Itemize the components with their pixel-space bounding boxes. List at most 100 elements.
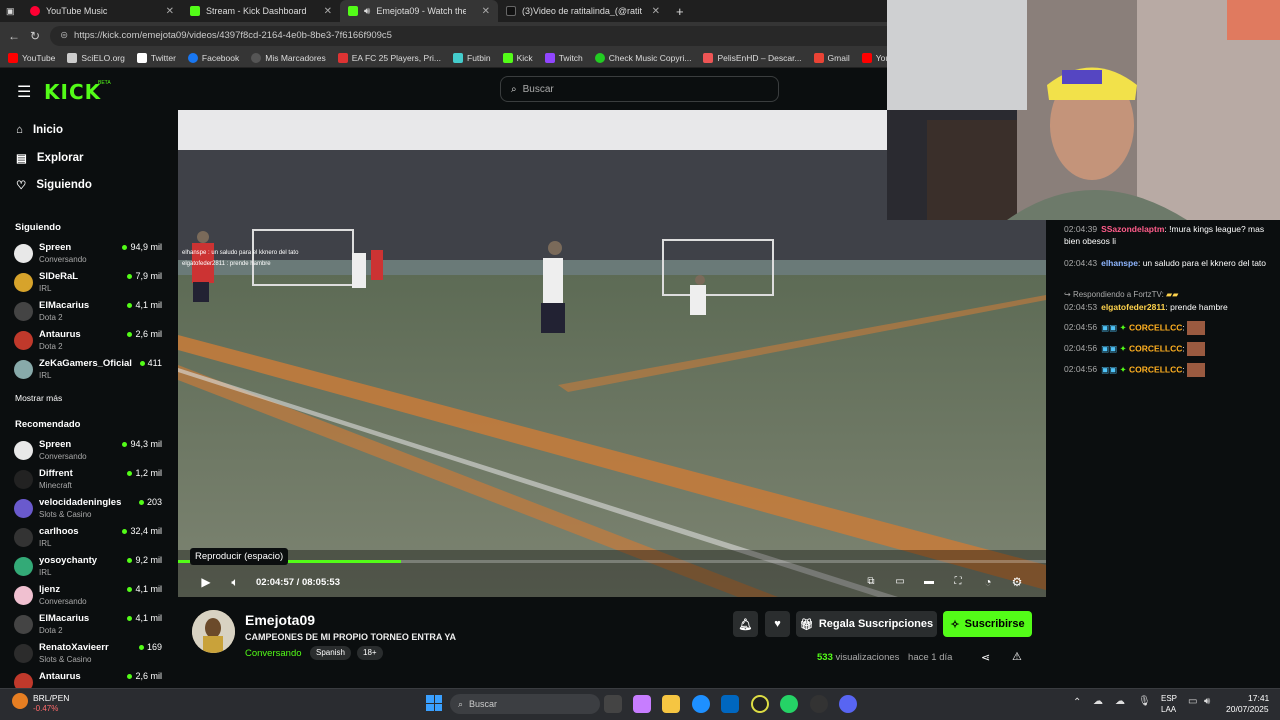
gift-subs-button[interactable]: 🎁︎ Regala Suscripciones xyxy=(796,611,937,637)
channel-avatar xyxy=(14,273,33,292)
close-tab-icon[interactable]: ✕ xyxy=(482,6,490,17)
whatsapp-icon[interactable] xyxy=(780,695,798,713)
back-icon[interactable]: ← xyxy=(8,29,20,43)
sidebar-channel[interactable]: ljenz Conversando 4,1 mil xyxy=(14,583,162,609)
follow-button[interactable]: ♥ xyxy=(765,611,790,637)
browser-tab[interactable]: Stream - Kick Dashboard ✕ xyxy=(182,0,340,22)
sidebar-channel[interactable]: ElMacarius Dota 2 4,1 mil xyxy=(14,299,162,325)
chat-panel: 02:04:39 SSazondelaptm: !mura kings leagu… xyxy=(1046,220,1280,688)
file-explorer-icon[interactable] xyxy=(662,695,680,713)
url-field[interactable]: ⊜ https://kick.com/emejota09/videos/4397… xyxy=(50,25,931,46)
channel-name: Diffrent xyxy=(39,468,73,479)
channel-name: ZeKaGamers_Oficial xyxy=(39,358,132,369)
close-tab-icon[interactable]: ✕ xyxy=(166,6,174,17)
taskbar-search[interactable]: ⌕ Buscar xyxy=(450,694,600,714)
site-info-icon[interactable]: ⊜ xyxy=(60,30,68,41)
sidebar-channel[interactable]: velocidadeningles Slots & Casino 203 xyxy=(14,496,162,522)
hamburger-menu-icon[interactable]: ☰ xyxy=(17,82,31,102)
search-input[interactable]: ⌕ Buscar xyxy=(500,76,779,102)
browser-tab-active[interactable]: 🔊︎ Emejota09 - Watch the VOD✕ xyxy=(340,0,498,22)
bookmark-item[interactable]: Mis Marcadores xyxy=(251,53,326,63)
wifi-icon[interactable]: ▭ xyxy=(1188,696,1197,707)
ticker-change: -0.47% xyxy=(33,704,59,713)
channel-category: IRL xyxy=(39,539,52,548)
bookmark-item[interactable]: Facebook xyxy=(187,53,239,63)
discord-icon[interactable] xyxy=(839,695,857,713)
chevron-up-icon[interactable]: ⌃ xyxy=(1073,697,1081,708)
new-tab-icon[interactable]: + xyxy=(668,0,692,22)
browser-tab[interactable]: (3)Video de ratitalinda_(@ratital ✕ xyxy=(498,0,668,22)
channel-name: SlDeRaL xyxy=(39,271,79,282)
wide-mode-icon[interactable]: ▬ xyxy=(921,572,937,592)
futbin-icon xyxy=(453,53,463,63)
edge-icon[interactable] xyxy=(692,695,710,713)
sidebar-channel[interactable]: ZeKaGamers_Oficial IRL 411 xyxy=(14,357,162,383)
sidebar-channel[interactable]: SlDeRaL IRL 7,9 mil xyxy=(14,270,162,296)
bookmark-item[interactable]: Twitch xyxy=(544,53,583,63)
microphone-icon[interactable]: 🎙︎ xyxy=(1138,696,1151,707)
kick-logo[interactable]: KICK xyxy=(44,80,101,104)
viewer-count: 94,9 mil xyxy=(122,242,162,252)
sidebar-channel[interactable]: ElMacarius Dota 2 4,1 mil xyxy=(14,612,162,638)
subscribe-button[interactable]: ✧ Suscribirse xyxy=(943,611,1032,637)
nav-inicio[interactable]: ⌂ Inicio xyxy=(16,124,63,136)
sidebar-channel[interactable]: Spreen Conversando 94,3 mil xyxy=(14,438,162,464)
live-dot-icon xyxy=(122,441,128,447)
store-icon[interactable] xyxy=(721,695,739,713)
stream-category[interactable]: Conversando xyxy=(245,648,302,659)
tab-menu-icon[interactable]: ▣ xyxy=(0,0,22,22)
show-more-link[interactable]: Mostrar más xyxy=(15,393,62,403)
sub-badge-icon: ✦ xyxy=(1119,364,1127,375)
nav-siguiendo[interactable]: ♡ Siguiendo xyxy=(16,178,92,192)
nav-explorar[interactable]: ▤ Explorar xyxy=(16,151,84,165)
reload-icon[interactable]: ↻ xyxy=(30,29,40,43)
sidebar-channel[interactable]: yosoychanty IRL 9,2 mil xyxy=(14,554,162,580)
speed-icon[interactable]: ◔ xyxy=(980,572,996,592)
fullscreen-icon[interactable]: ⛶ xyxy=(950,572,966,592)
language-indicator[interactable]: ESP xyxy=(1161,694,1177,703)
bookmark-item[interactable]: Futbin xyxy=(453,53,491,63)
bookmark-item[interactable]: Gmail xyxy=(813,53,850,63)
close-tab-icon[interactable]: ✕ xyxy=(324,6,332,17)
theater-icon[interactable]: ▭ xyxy=(892,572,908,592)
report-icon[interactable]: ⚠ xyxy=(1012,650,1022,663)
clock-time[interactable]: 17:41 xyxy=(1248,693,1269,703)
tag-mature[interactable]: 18+ xyxy=(357,646,383,660)
share-icon[interactable]: ⋖ xyxy=(981,651,990,664)
chrome-icon[interactable] xyxy=(751,695,769,713)
tray-icon[interactable]: ☁ xyxy=(1093,696,1103,707)
miniplayer-icon[interactable]: ⧉ xyxy=(863,572,879,592)
bookmark-item[interactable]: Check Music Copyri... xyxy=(594,53,691,63)
close-tab-icon[interactable]: ✕ xyxy=(652,6,660,17)
windows-start-icon[interactable] xyxy=(426,695,442,711)
language-indicator-2: LAA xyxy=(1161,705,1177,714)
bookmark-item[interactable]: SciELO.org xyxy=(67,53,125,63)
tag-language[interactable]: Spanish xyxy=(310,646,351,660)
channel-category: Dota 2 xyxy=(39,342,63,351)
bookmark-item[interactable]: PelisEnHD – Descar... xyxy=(703,53,802,63)
bookmark-item[interactable]: YouTube xyxy=(8,53,55,63)
task-view-icon[interactable] xyxy=(604,695,622,713)
bookmark-item[interactable]: Kick xyxy=(502,53,533,63)
sidebar-channel[interactable]: Diffrent Minecraft 1,2 mil xyxy=(14,467,162,493)
sidebar-channel[interactable]: carlhoos IRL 32,4 mil xyxy=(14,525,162,551)
notify-bell-button[interactable]: 🔔︎ xyxy=(733,611,758,637)
tray-icon[interactable]: ☁ xyxy=(1115,696,1125,707)
ticker-symbol[interactable]: BRL/PEN xyxy=(33,693,69,703)
sidebar-channel[interactable]: Spreen Conversando 94,9 mil xyxy=(14,241,162,267)
channel-name[interactable]: Emejota09 xyxy=(245,612,315,628)
bookmark-item[interactable]: Twitter xyxy=(136,53,176,63)
chat-message: 02:04:56 ▣▣ ✦ CORCELLCC: xyxy=(1064,321,1274,335)
sidebar-channel[interactable]: RenatoXavieerr Slots & Casino 169 xyxy=(14,641,162,667)
channel-avatar[interactable] xyxy=(192,610,235,653)
volume-icon[interactable]: 🔈︎ xyxy=(227,572,243,592)
app-icon[interactable] xyxy=(810,695,828,713)
volume-icon[interactable]: 🔊︎ xyxy=(1204,696,1210,707)
browser-tab[interactable]: YouTube Music ✕ xyxy=(22,0,182,22)
bookmark-item[interactable]: EA FC 25 Players, Pri... xyxy=(337,53,441,63)
settings-gear-icon[interactable]: ⚙ xyxy=(1009,572,1025,592)
play-icon[interactable]: ▶ xyxy=(198,572,214,592)
copilot-icon[interactable] xyxy=(633,695,651,713)
sidebar-channel[interactable]: Antaurus Dota 2 2,6 mil xyxy=(14,328,162,354)
video-progress-bar[interactable] xyxy=(178,560,1046,563)
